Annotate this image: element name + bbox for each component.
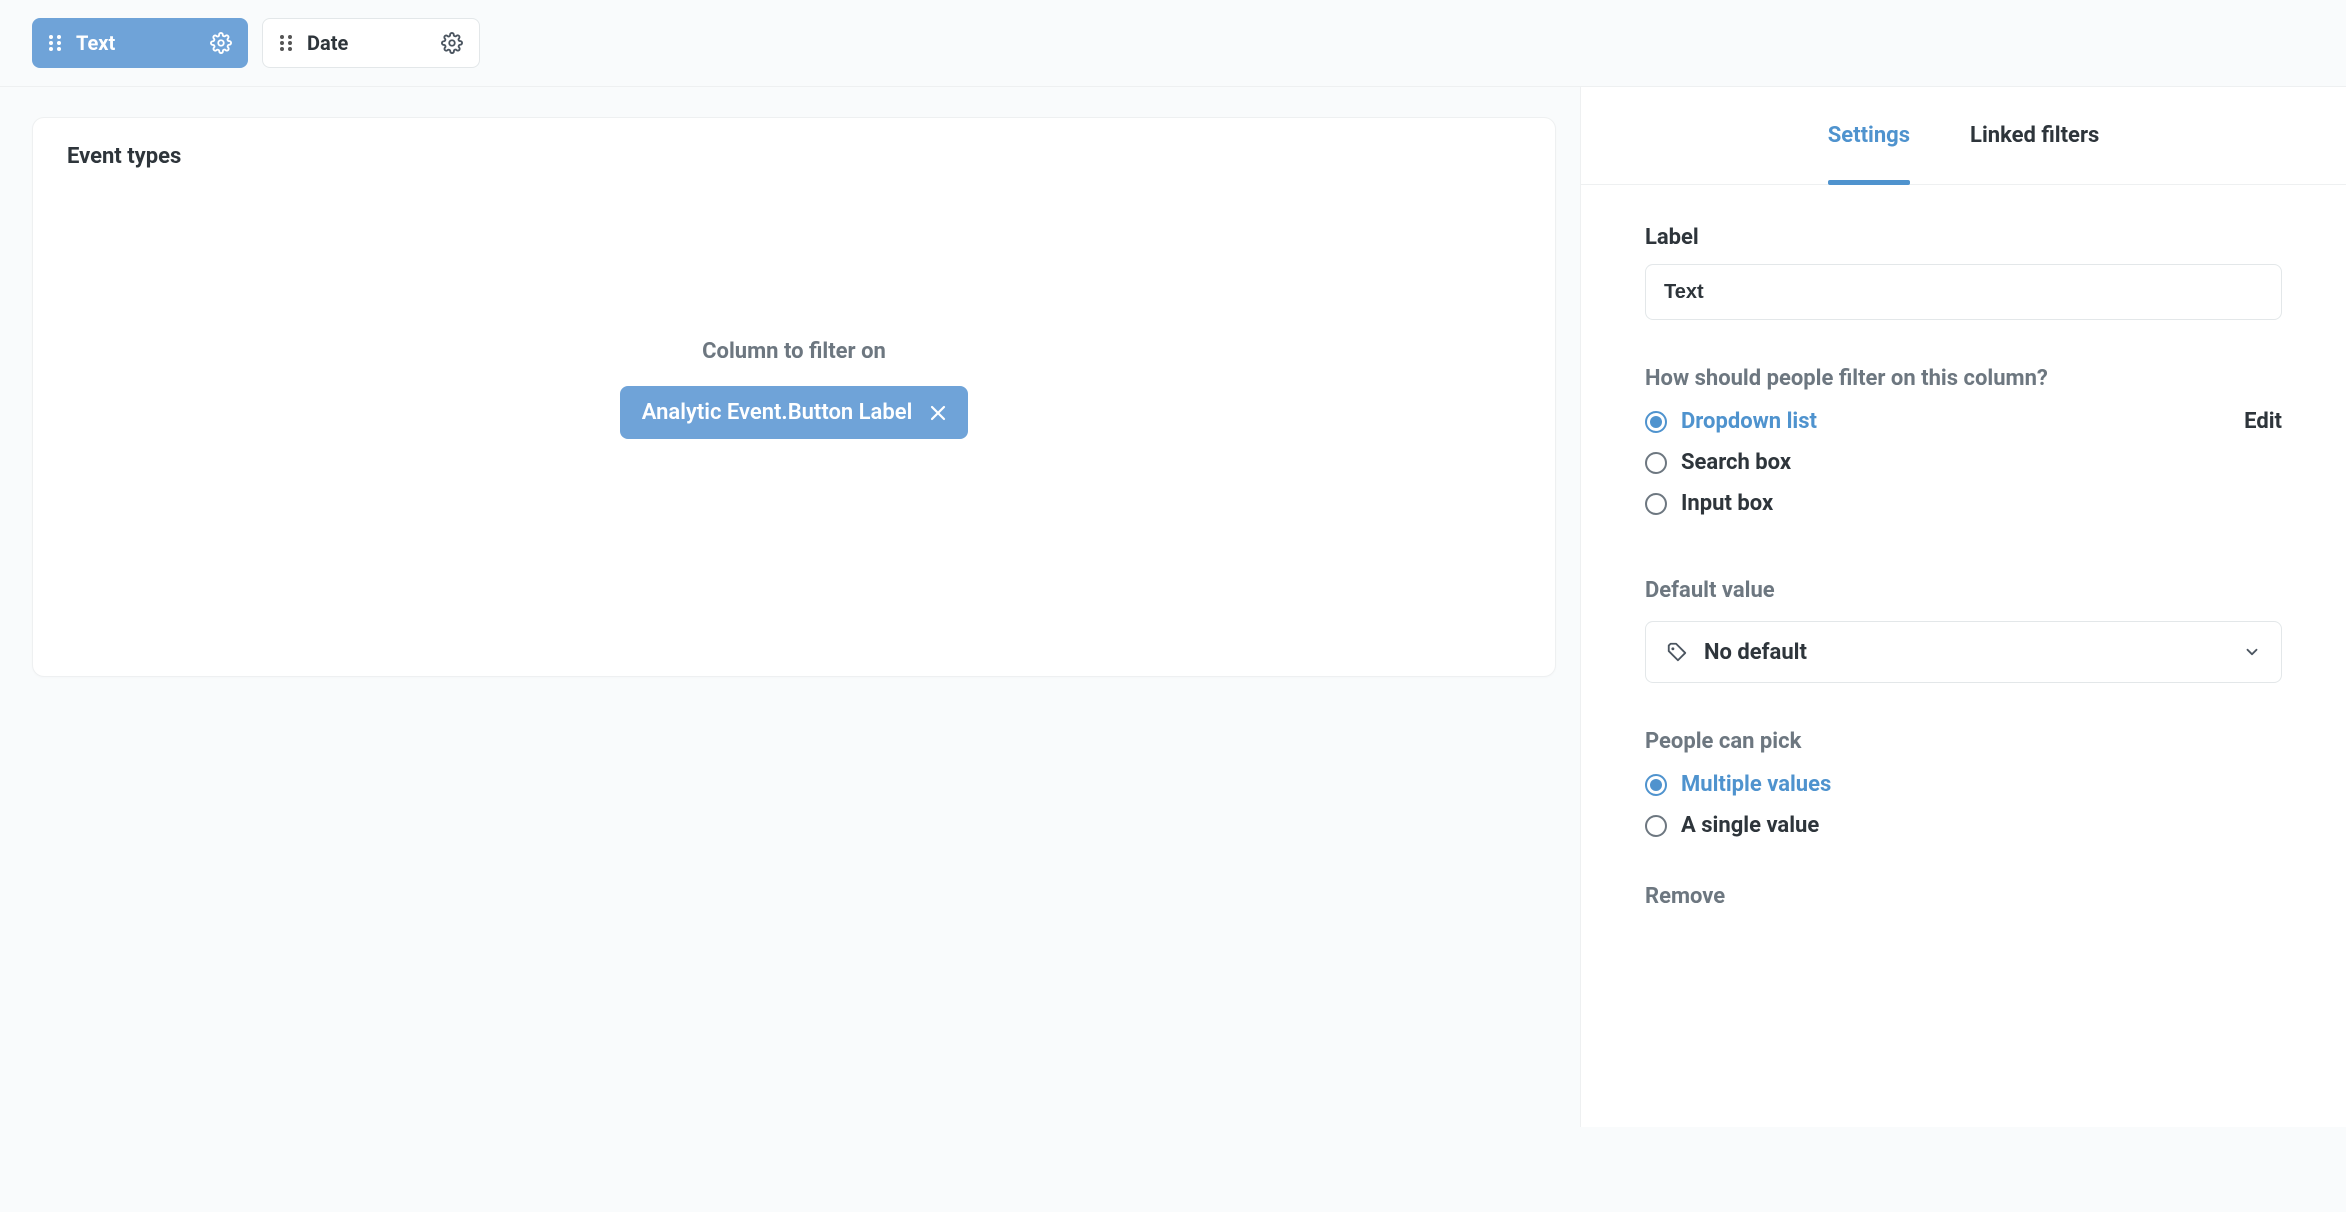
radio-icon [1645,774,1667,796]
drag-handle-icon[interactable] [279,34,293,52]
filter-pill-text[interactable]: Text [32,18,248,68]
radio-label: A single value [1681,813,1819,838]
radio-dropdown-list[interactable]: Dropdown list [1645,409,2244,434]
card-title: Event types [67,144,1521,169]
edit-link[interactable]: Edit [2244,409,2282,434]
radio-icon [1645,411,1667,433]
close-icon[interactable] [930,405,946,421]
radio-icon [1645,815,1667,837]
tab-settings[interactable]: Settings [1828,87,1910,184]
settings-panel: Settings Linked filters Label How should… [1580,87,2346,1127]
radio-icon [1645,493,1667,515]
drag-handle-icon[interactable] [48,34,62,52]
radio-label: Input box [1681,491,1773,516]
people-pick-label: People can pick [1645,729,2282,754]
gear-icon[interactable] [210,32,232,54]
default-value-label: Default value [1645,578,2282,603]
radio-icon [1645,452,1667,474]
filter-pill-date[interactable]: Date [262,18,480,68]
label-field-label: Label [1645,225,2282,250]
radio-label: Dropdown list [1681,409,1817,434]
filter-type-question: How should people filter on this column? [1645,366,2282,391]
column-chip[interactable]: Analytic Event.Button Label [620,386,969,439]
remove-label: Remove [1645,884,2282,909]
radio-input-box[interactable]: Input box [1645,491,2244,516]
column-chip-text: Analytic Event.Button Label [642,400,913,425]
chevron-down-icon [2243,643,2261,661]
default-value-text: No default [1704,640,2227,665]
tab-linked-filters[interactable]: Linked filters [1970,87,2099,184]
radio-label: Search box [1681,450,1791,475]
label-input[interactable] [1645,264,2282,320]
filter-pills-bar: Text Date [0,0,2346,87]
filter-pill-label: Date [307,31,427,55]
question-card: Event types Column to filter on Analytic… [32,117,1556,677]
column-filter-label: Column to filter on [702,339,886,364]
tag-icon [1666,641,1688,663]
radio-label: Multiple values [1681,772,1831,797]
default-value-select[interactable]: No default [1645,621,2282,683]
radio-search-box[interactable]: Search box [1645,450,2244,475]
radio-multiple-values[interactable]: Multiple values [1645,772,2282,797]
filter-pill-label: Text [76,31,196,55]
gear-icon[interactable] [441,32,463,54]
tabs: Settings Linked filters [1581,87,2346,185]
radio-single-value[interactable]: A single value [1645,813,2282,838]
